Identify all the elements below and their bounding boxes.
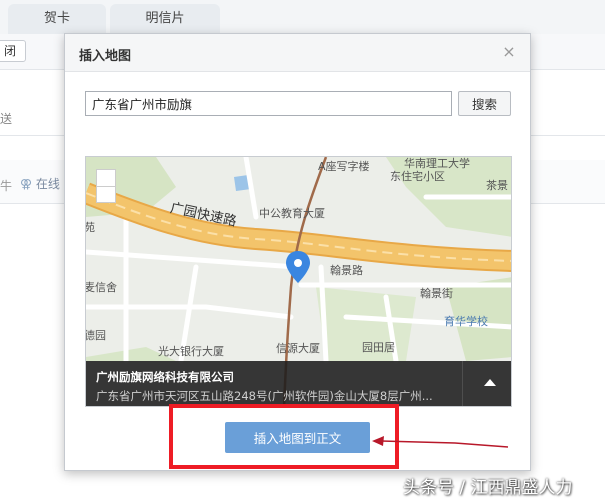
tab-greeting-card[interactable]: 贺卡 xyxy=(8,4,106,34)
map-road-label: 翰景路 xyxy=(330,264,363,277)
collapse-arrow-icon[interactable] xyxy=(484,379,496,386)
info-divider xyxy=(462,361,463,406)
map-poi-label: 德园 xyxy=(85,329,106,342)
search-button[interactable]: 搜索 xyxy=(458,91,511,116)
background-close-button[interactable]: 闭 xyxy=(0,40,26,62)
arrow-annotation-icon xyxy=(372,436,509,448)
location-name: 广州励旗网络科技有限公司 xyxy=(96,370,234,384)
map-poi-label: A座写字楼 xyxy=(318,160,370,173)
background-row-label: 牛 xyxy=(0,179,13,193)
tab-postcard[interactable]: 明信片 xyxy=(110,4,220,34)
map-poi-label: 育华学校 xyxy=(444,315,488,328)
dialog-header: 插入地图 × xyxy=(65,34,530,72)
location-address: 广东省广州市天河区五山路248号(广州软件园)金山大厦8层广州... xyxy=(96,389,433,403)
map-poi-label: 麦信舍 xyxy=(85,281,117,294)
map-search-input[interactable] xyxy=(85,91,452,116)
share-icon: ⚢ xyxy=(20,177,33,191)
close-icon[interactable]: × xyxy=(500,43,518,61)
map-poi-label: 信源大厦 xyxy=(276,342,320,355)
watermark: 头条号 / 江西鼎盛人力 xyxy=(403,478,573,498)
map-poi-label: 苑 xyxy=(85,221,95,234)
map-view[interactable]: 广园快速路 翰景路 A座写字楼 华南理工大学 东住宅小区 茶景 中公教育大厦 翰… xyxy=(85,156,512,407)
map-zoom-control[interactable] xyxy=(96,169,116,203)
map-poi-label: 翰景街 xyxy=(420,287,453,300)
map-poi-label: 茶景 xyxy=(486,179,508,192)
background-send-label: 送 xyxy=(0,112,13,126)
background-online-link[interactable]: ⚢ 在线 xyxy=(20,175,60,192)
map-poi-label: 园田居 xyxy=(362,341,395,354)
dialog-title: 插入地图 xyxy=(79,49,132,64)
location-info-panel: 广州励旗网络科技有限公司 广东省广州市天河区五山路248号(广州软件园)金山大厦… xyxy=(86,361,511,406)
map-poi-label: 光大银行大厦 xyxy=(158,345,224,358)
online-label: 在线 xyxy=(35,177,60,191)
map-poi-label: 东住宅小区 xyxy=(390,170,445,183)
map-poi-label: 中公教育大厦 xyxy=(259,207,325,220)
